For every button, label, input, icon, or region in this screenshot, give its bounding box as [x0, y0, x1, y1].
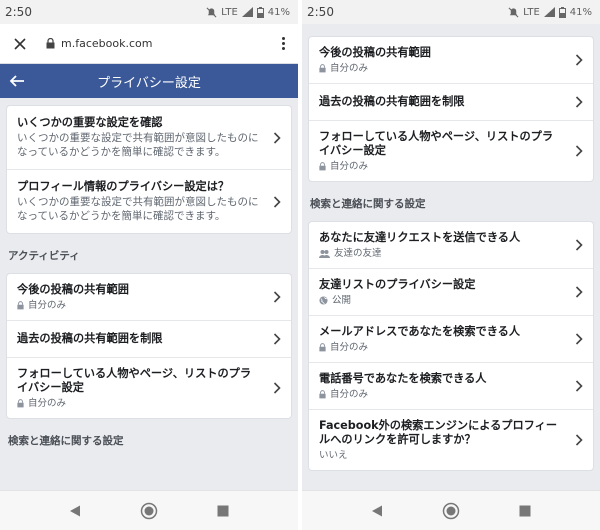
status-bar: 2:50 LTE 41%: [302, 0, 600, 24]
chevron-right-icon: [575, 54, 583, 66]
item-value: 公開: [332, 295, 352, 306]
item-title: いくつかの重要な設定を確認: [17, 116, 163, 129]
item-description: いくつかの重要な設定で共有範囲が意図したものになっているかどうかを簡単に確認でき…: [17, 196, 259, 222]
item-title: 今後の投稿の共有範囲: [17, 283, 129, 296]
chevron-right-icon: [575, 239, 583, 251]
android-nav-bar: [302, 490, 600, 530]
activity-card: 今後の投稿の共有範囲 自分のみ 過去の投稿の共有範囲を制限 フォローしている人物…: [308, 36, 594, 182]
mute-icon: [508, 7, 519, 17]
battery-icon: [558, 6, 566, 18]
lock-icon: [319, 64, 326, 73]
chevron-right-icon: [273, 333, 281, 345]
home-circle-icon[interactable]: [140, 502, 158, 520]
browser-url-bar: m.facebook.com: [0, 24, 298, 64]
close-icon: [14, 37, 26, 50]
item-value: 友達の友達: [334, 248, 382, 259]
lock-icon: [319, 343, 326, 352]
section-heading-search: 検索と連絡に関する設定: [8, 435, 124, 447]
network-label: LTE: [221, 6, 238, 18]
back-triangle-icon[interactable]: [371, 505, 383, 517]
search-contact-card: あなたに友達リクエストを送信できる人 友達の友達 友達リストのプライバシー設定 …: [308, 221, 594, 471]
chevron-right-icon: [273, 195, 281, 208]
recents-square-icon[interactable]: [217, 505, 229, 517]
chevron-right-icon: [575, 434, 583, 446]
home-circle-icon[interactable]: [442, 502, 460, 520]
item-title: プロフィール情報のプライバシー設定は？: [17, 180, 230, 193]
list-item[interactable]: Facebook外の検索エンジンによるプロフィールへのリンクを許可しますか？ い…: [309, 410, 593, 470]
list-item[interactable]: プロフィール情報のプライバシー設定は？ いくつかの重要な設定で共有範囲が意図した…: [7, 170, 291, 233]
section-heading-search: 検索と連絡に関する設定: [310, 198, 426, 210]
list-item[interactable]: 今後の投稿の共有範囲 自分のみ: [7, 274, 291, 321]
url-text[interactable]: m.facebook.com: [61, 37, 278, 50]
right-screenshot: 2:50 LTE 41% 今後の投稿の共有範囲 自分のみ 過去の投稿の共有範囲を…: [302, 0, 600, 530]
lock-icon: [46, 38, 55, 49]
mute-icon: [206, 7, 217, 17]
battery-icon: [256, 6, 264, 18]
network-label: LTE: [523, 6, 540, 18]
item-title: あなたに友達リクエストを送信できる人: [319, 231, 521, 244]
android-nav-bar: [0, 490, 298, 530]
item-value: いいえ: [319, 450, 348, 461]
list-item[interactable]: 過去の投稿の共有範囲を制限: [309, 84, 593, 121]
item-title: 今後の投稿の共有範囲: [319, 46, 431, 59]
overview-card: いくつかの重要な設定を確認 いくつかの重要な設定で共有範囲が意図したものになって…: [6, 105, 292, 234]
chevron-right-icon: [575, 286, 583, 298]
item-value: 自分のみ: [330, 63, 369, 74]
item-title: 友達リストのプライバシー設定: [319, 278, 476, 291]
item-title: Facebook外の検索エンジンによるプロフィールへのリンクを許可しますか？: [319, 419, 558, 446]
item-title: 過去の投稿の共有範囲を制限: [319, 95, 465, 108]
chevron-right-icon: [575, 333, 583, 345]
lock-icon: [319, 162, 326, 171]
battery-level: 41%: [267, 6, 290, 18]
item-value: 自分のみ: [330, 389, 369, 400]
chevron-right-icon: [575, 380, 583, 392]
list-item[interactable]: フォローしている人物やページ、リストのプライバシー設定 自分のみ: [7, 358, 291, 418]
friends-icon: [319, 250, 330, 258]
left-screenshot: 2:50 LTE 41% m.facebook.com プライバシー設定 いくつ…: [0, 0, 298, 530]
page-header: プライバシー設定: [0, 64, 298, 98]
recents-square-icon[interactable]: [519, 505, 531, 517]
item-title: メールアドレスであなたを検索できる人: [319, 325, 521, 338]
chevron-right-icon: [575, 145, 583, 157]
chevron-right-icon: [273, 131, 281, 144]
activity-card: 今後の投稿の共有範囲 自分のみ 過去の投稿の共有範囲を制限 フォローしている人物…: [6, 273, 292, 419]
item-title: フォローしている人物やページ、リストのプライバシー設定: [319, 130, 554, 157]
globe-icon: [319, 296, 328, 305]
item-value: 自分のみ: [330, 342, 369, 353]
lock-icon: [319, 390, 326, 399]
item-value: 自分のみ: [28, 398, 67, 409]
lock-icon: [17, 399, 24, 408]
list-item[interactable]: 電話番号であなたを検索できる人 自分のみ: [309, 363, 593, 410]
status-time: 2:50: [307, 5, 334, 19]
battery-level: 41%: [569, 6, 592, 18]
item-title: フォローしている人物やページ、リストのプライバシー設定: [17, 367, 252, 394]
back-triangle-icon[interactable]: [69, 505, 81, 517]
close-tab-button[interactable]: [10, 34, 30, 54]
status-time: 2:50: [5, 5, 32, 19]
list-item[interactable]: 友達リストのプライバシー設定 公開: [309, 269, 593, 316]
list-item[interactable]: 今後の投稿の共有範囲 自分のみ: [309, 37, 593, 84]
signal-icon: [543, 7, 555, 17]
chevron-right-icon: [575, 96, 583, 108]
back-arrow-icon[interactable]: [8, 72, 26, 90]
item-description: いくつかの重要な設定で共有範囲が意図したものになっているかどうかを簡単に確認でき…: [17, 132, 259, 158]
signal-icon: [241, 7, 253, 17]
item-value: 自分のみ: [330, 161, 369, 172]
section-heading-activity: アクティビティ: [8, 250, 80, 262]
chevron-right-icon: [273, 291, 281, 303]
lock-icon: [17, 301, 24, 310]
page-title: プライバシー設定: [97, 75, 201, 91]
chevron-right-icon: [273, 382, 281, 394]
list-item[interactable]: あなたに友達リクエストを送信できる人 友達の友達: [309, 222, 593, 269]
item-title: 電話番号であなたを検索できる人: [319, 372, 487, 385]
list-item[interactable]: 過去の投稿の共有範囲を制限: [7, 321, 291, 358]
item-value: 自分のみ: [28, 300, 67, 311]
list-item[interactable]: いくつかの重要な設定を確認 いくつかの重要な設定で共有範囲が意図したものになって…: [7, 106, 291, 170]
browser-menu-button[interactable]: [278, 37, 288, 50]
list-item[interactable]: メールアドレスであなたを検索できる人 自分のみ: [309, 316, 593, 363]
list-item[interactable]: フォローしている人物やページ、リストのプライバシー設定 自分のみ: [309, 121, 593, 181]
status-bar: 2:50 LTE 41%: [0, 0, 298, 24]
item-title: 過去の投稿の共有範囲を制限: [17, 332, 163, 345]
